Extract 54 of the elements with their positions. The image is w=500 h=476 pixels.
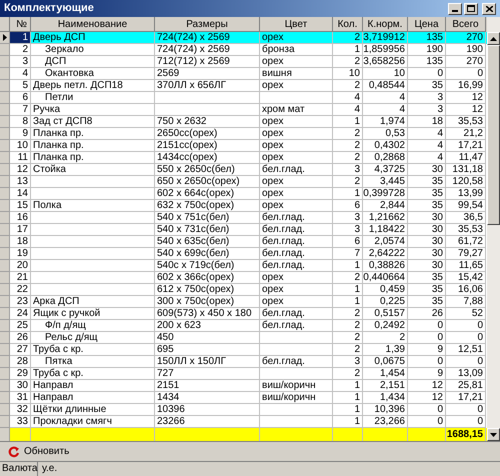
table-row[interactable]: 19 540 x 699с(бел) бел.глад. 7 2,64222 30 79,27 bbox=[0, 248, 487, 260]
table-row[interactable]: 15 Полка 632 x 750с(орех) орех 6 2,844 35 99,54 bbox=[0, 200, 487, 212]
table-row[interactable]: 14 602 x 664с(орех) орех 1 0,399728 35 13,99 bbox=[0, 188, 487, 200]
table-row[interactable]: 8 Зад ст ДСП8 750 x 2632 орех 1 1,974 18 35,53 bbox=[0, 116, 487, 128]
row-indicator[interactable] bbox=[0, 32, 10, 44]
table-row[interactable]: 16 540 x 751с(бел) бел.глад. 3 1,21662 30 36,5 bbox=[0, 212, 487, 224]
scrollbar[interactable] bbox=[487, 17, 500, 441]
table-row[interactable]: 18 540 x 635с(бел) бел.глад. 6 2,0574 30 61,72 bbox=[0, 236, 487, 248]
table-row[interactable]: 17 540 x 731с(бел) бел.глад. 3 1,18422 30 35,53 bbox=[0, 224, 487, 236]
table-row[interactable]: 7 Ручка хром мат 4 4 3 12 bbox=[0, 104, 487, 116]
table-row[interactable]: 9 Планка пр. 2650сс(орех) орех 2 0,53 4 21,2 bbox=[0, 128, 487, 140]
table-row[interactable]: 32 Щётки длинные 10396 1 10,396 0 0 bbox=[0, 404, 487, 416]
table-row[interactable]: 4 Окантовка 2569 вишня 10 10 0 0 bbox=[0, 68, 487, 80]
table-row[interactable]: 1 Дверь ДСП 724(724) x 2569 орех 2 3,719912 135 270 bbox=[0, 32, 487, 44]
status-label: Валюта bbox=[0, 462, 38, 476]
table-row[interactable]: 29 Труба с кр. 727 2 1,454 9 13,09 bbox=[0, 368, 487, 380]
down-arrow-icon bbox=[490, 432, 497, 436]
scroll-down-button[interactable] bbox=[487, 428, 500, 441]
refresh-icon bbox=[8, 446, 20, 458]
table-row[interactable]: 2 Зеркало 724(724) x 2569 бронза 1 1,859956 190 190 bbox=[0, 44, 487, 56]
table-row[interactable]: 30 Направл 2151 виш/коричн 1 2,151 12 25,81 bbox=[0, 380, 487, 392]
table-row[interactable]: 25 Ф/п д/ящ 200 x 623 бел.глад. 2 0,2492 0 0 bbox=[0, 320, 487, 332]
window-title: Комплектующие bbox=[4, 1, 94, 16]
scroll-up-button[interactable] bbox=[487, 32, 500, 45]
table-row[interactable]: 24 Ящик с ручкой 609(573) x 450 x 180 бел.глад. 2 0,5157 26 52 bbox=[0, 308, 487, 320]
table-cell: 1 bbox=[10, 32, 31, 44]
table-row[interactable]: 22 612 x 750с(орех) орех 1 0,459 35 16,06 bbox=[0, 284, 487, 296]
table-row[interactable]: 3 ДСП 712(712) x 2569 орех 2 3,658256 135 270 bbox=[0, 56, 487, 68]
table-row[interactable]: 6 Петли 4 4 3 12 bbox=[0, 92, 487, 104]
scroll-thumb[interactable] bbox=[487, 45, 500, 225]
table-row[interactable]: 21 602 x 366с(орех) орех 2 0,440664 35 15,42 bbox=[0, 272, 487, 284]
status-value: у.е. bbox=[41, 462, 58, 476]
table-row[interactable]: 26 Рельс д/ящ 450 2 2 0 0 bbox=[0, 332, 487, 344]
table-row[interactable]: 12 Стойка 550 x 2650с(бел) бел.глад. 3 4,3725 30 131,18 bbox=[0, 164, 487, 176]
grand-total: 1688,15 bbox=[446, 428, 483, 442]
table-row[interactable]: 20 540с x 719с(бел) бел.глад. 1 0,38826 30 11,65 bbox=[0, 260, 487, 272]
refresh-button[interactable]: Обновить bbox=[6, 442, 72, 460]
minimize-button[interactable] bbox=[448, 2, 462, 14]
minimize-icon bbox=[452, 10, 458, 12]
up-arrow-icon bbox=[490, 36, 497, 40]
table-row[interactable]: 27 Труба с кр. 695 2 1,39 9 12,51 bbox=[0, 344, 487, 356]
table-row[interactable]: 31 Направл 1434 виш/коричн 1 1,434 12 17,21 bbox=[0, 392, 487, 404]
maximize-icon bbox=[467, 5, 475, 12]
table-row[interactable]: 28 Пятка 150ЛЛ x 150ЛГ бел.глад. 3 0,0675 0 0 bbox=[0, 356, 487, 368]
table-row[interactable]: 33 Прокладки смягч 23266 1 23,266 0 0 bbox=[0, 416, 487, 428]
row-pointer-icon bbox=[2, 34, 6, 41]
table-row[interactable]: 13 650 x 2650с(орех) орех 2 3,445 35 120,58 bbox=[0, 176, 487, 188]
close-button[interactable] bbox=[482, 2, 496, 14]
table-row[interactable]: 11 Планка пр. 1434сс(орех) орех 2 0,2868 4 11,47 bbox=[0, 152, 487, 164]
table-row[interactable]: 5 Дверь петл. ДСП18 370ЛЛ x 656ЛГ орех 2 0,48544 35 16,99 bbox=[0, 80, 487, 92]
table-row[interactable]: 10 Планка пр. 2151сс(орех) орех 2 0,4302 4 17,21 bbox=[0, 140, 487, 152]
close-icon bbox=[486, 6, 492, 12]
maximize-button[interactable] bbox=[464, 2, 478, 14]
table-row[interactable]: 23 Арка ДСП 300 x 750с(орех) орех 1 0,225 35 7,88 bbox=[0, 296, 487, 308]
